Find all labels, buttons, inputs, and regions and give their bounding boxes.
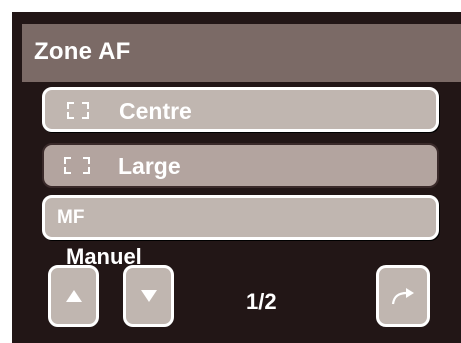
option-label: Centre — [119, 98, 192, 124]
option-large[interactable]: Large — [42, 143, 439, 188]
af-frame-wide-icon — [64, 157, 90, 174]
option-label: Large — [118, 153, 181, 179]
page-title: Zone AF — [34, 38, 131, 65]
arrow-down-icon — [140, 290, 157, 302]
scroll-down-button[interactable] — [123, 265, 174, 327]
return-arrow-icon — [391, 288, 414, 305]
return-button[interactable] — [376, 265, 430, 327]
arrow-up-icon — [65, 290, 82, 302]
option-label: MF — [57, 207, 85, 228]
camera-screen: Zone AF Centre Large MF Manuel 1/2 — [12, 12, 461, 343]
af-frame-icon — [67, 102, 89, 119]
scroll-up-button[interactable] — [48, 265, 99, 327]
page-indicator: 1/2 — [246, 289, 277, 314]
header-bar: Zone AF — [22, 24, 461, 82]
option-centre[interactable]: Centre — [42, 87, 439, 132]
option-mf[interactable]: MF — [42, 195, 439, 240]
